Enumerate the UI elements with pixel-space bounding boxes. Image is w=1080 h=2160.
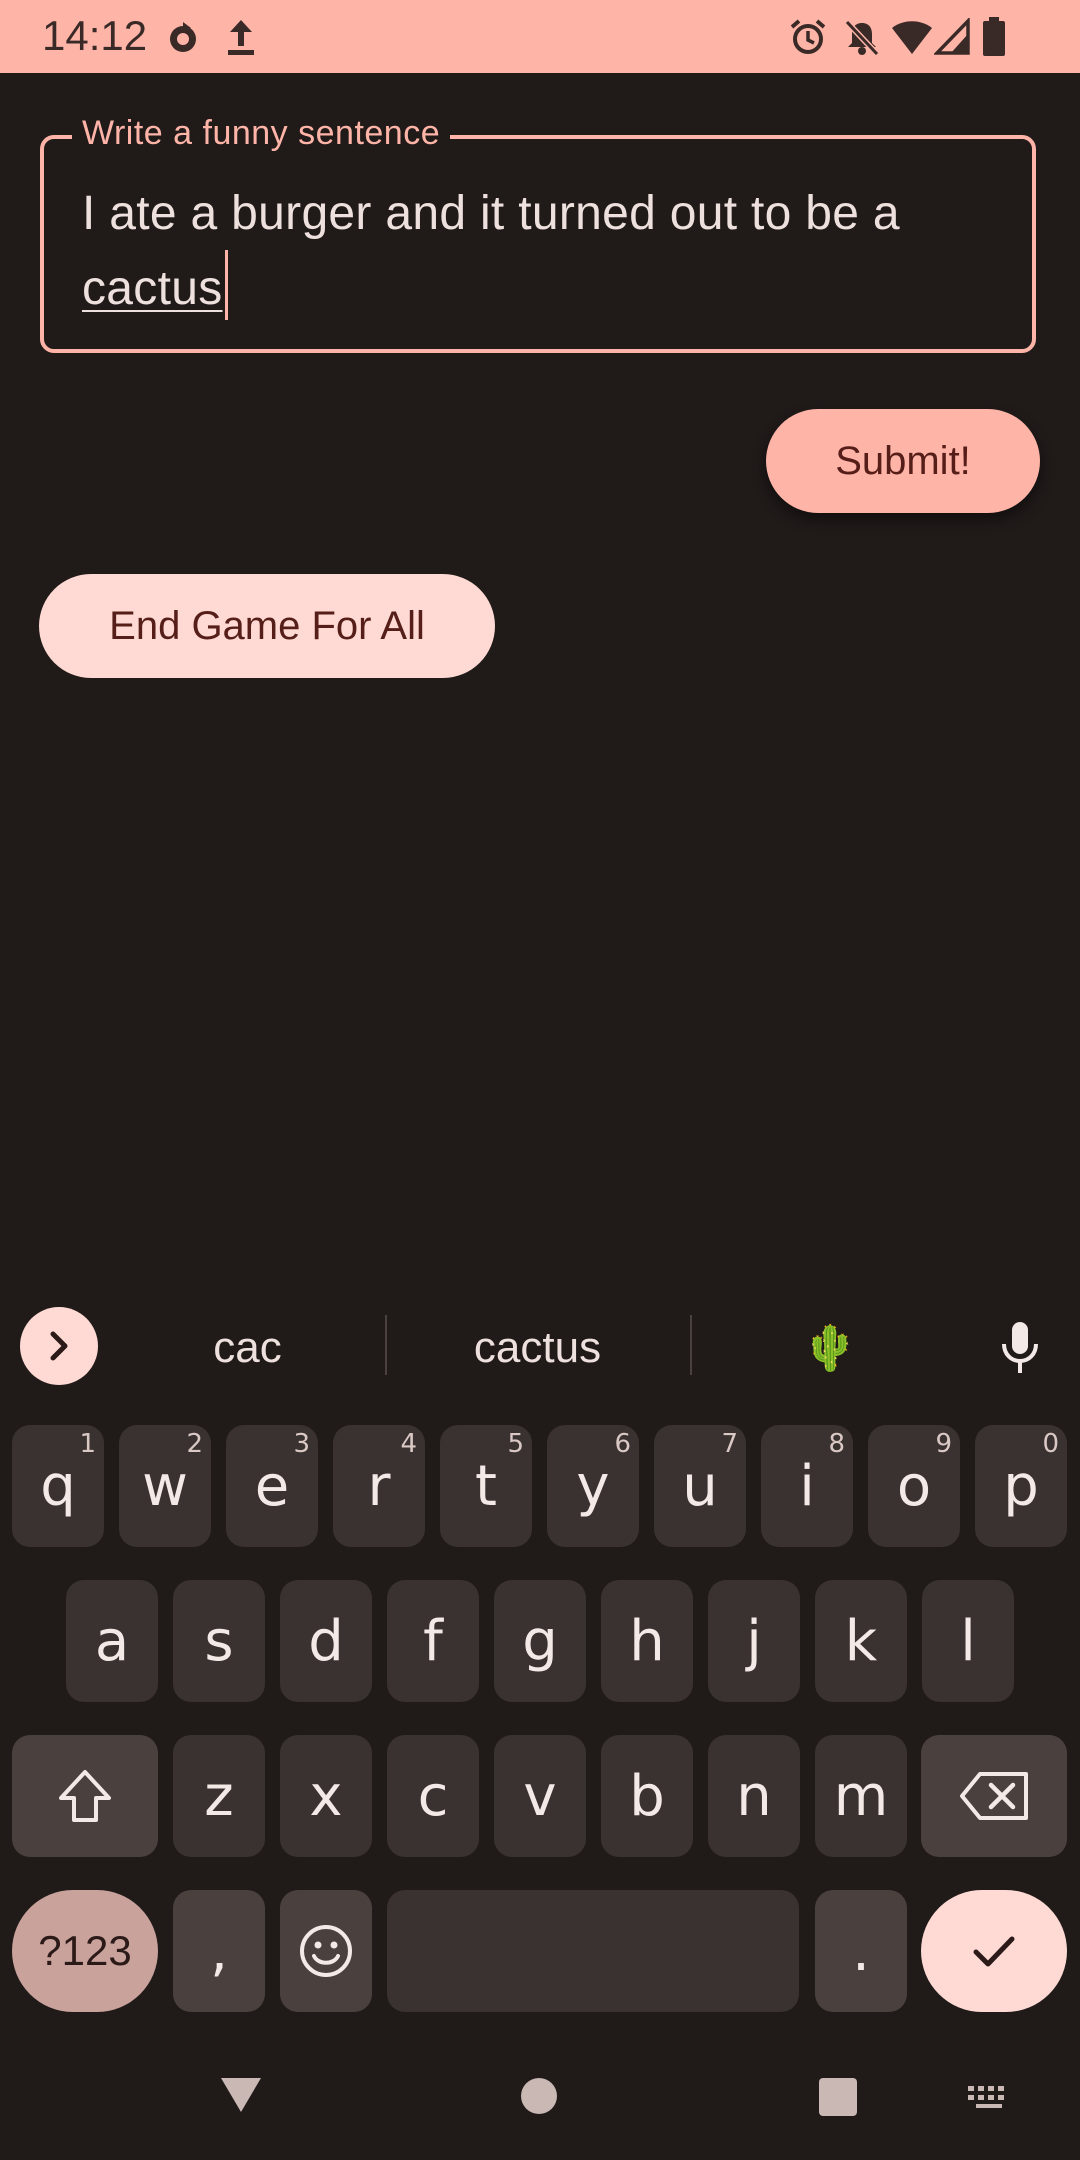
text-caret bbox=[224, 250, 228, 320]
key-label: o bbox=[896, 1453, 932, 1519]
key-hint: 4 bbox=[400, 1429, 417, 1459]
comma-key[interactable]: , bbox=[173, 1890, 265, 2012]
key-w[interactable]: w2 bbox=[119, 1425, 211, 1547]
key-k[interactable]: k bbox=[815, 1580, 907, 1702]
key-j[interactable]: j bbox=[708, 1580, 800, 1702]
key-label: r bbox=[367, 1453, 391, 1519]
wifi-icon bbox=[892, 21, 932, 54]
microphone-icon bbox=[1002, 1322, 1038, 1373]
key-hint: 5 bbox=[507, 1429, 524, 1459]
sentence-input-label: Write a funny sentence bbox=[72, 114, 451, 153]
key-label: u bbox=[682, 1453, 718, 1519]
key-label: i bbox=[799, 1453, 815, 1519]
back-icon[interactable] bbox=[217, 2074, 265, 2116]
sync-icon bbox=[170, 22, 196, 52]
period-key[interactable]: . bbox=[815, 1890, 907, 2012]
emoji-icon bbox=[300, 1925, 352, 1977]
key-d[interactable]: d bbox=[280, 1580, 372, 1702]
key-label: p bbox=[1003, 1453, 1039, 1519]
suggestion-divider bbox=[385, 1315, 387, 1375]
key-hint: 6 bbox=[614, 1429, 631, 1459]
shift-key[interactable] bbox=[12, 1735, 158, 1857]
home-icon[interactable] bbox=[519, 2076, 559, 2116]
chevron-right-icon bbox=[50, 1331, 68, 1361]
enter-key[interactable] bbox=[921, 1890, 1067, 2012]
key-p[interactable]: p0 bbox=[975, 1425, 1067, 1547]
space-key[interactable] bbox=[387, 1890, 799, 2012]
key-hint: 2 bbox=[186, 1429, 203, 1459]
sentence-input-value[interactable]: I ate a burger and it turned out to be a… bbox=[82, 178, 982, 325]
key-q[interactable]: q1 bbox=[12, 1425, 104, 1547]
navigation-bar bbox=[0, 2020, 1080, 2160]
end-game-button[interactable]: End Game For All bbox=[39, 574, 495, 678]
backspace-key[interactable] bbox=[921, 1735, 1067, 1857]
recents-icon[interactable] bbox=[817, 2076, 859, 2118]
key-hint: 9 bbox=[935, 1429, 952, 1459]
key-n[interactable]: n bbox=[708, 1735, 800, 1857]
keyboard-switcher-icon[interactable] bbox=[966, 2084, 1012, 2114]
key-hint: 3 bbox=[293, 1429, 310, 1459]
key-t[interactable]: t5 bbox=[440, 1425, 532, 1547]
key-s[interactable]: s bbox=[173, 1580, 265, 1702]
upload-icon bbox=[228, 20, 254, 55]
checkmark-icon bbox=[973, 1936, 1015, 1967]
composing-text: cactus bbox=[82, 262, 223, 315]
notifications-off-icon bbox=[844, 19, 880, 57]
suggestion-3[interactable]: 🌵 bbox=[760, 1318, 900, 1378]
key-label: q bbox=[40, 1453, 76, 1519]
key-hint: 7 bbox=[721, 1429, 738, 1459]
key-label: t bbox=[475, 1453, 497, 1519]
key-v[interactable]: v bbox=[494, 1735, 586, 1857]
key-h[interactable]: h bbox=[601, 1580, 693, 1702]
key-o[interactable]: o9 bbox=[868, 1425, 960, 1547]
cactus-emoji: 🌵 bbox=[802, 1323, 858, 1374]
key-l[interactable]: l bbox=[922, 1580, 1014, 1702]
key-label: w bbox=[142, 1453, 188, 1519]
suggestion-1[interactable]: cac bbox=[130, 1318, 365, 1378]
battery-icon bbox=[983, 17, 1005, 56]
screen: 14:12 Write a funny sentence I ate a bur… bbox=[0, 0, 1080, 2160]
key-x[interactable]: x bbox=[280, 1735, 372, 1857]
status-time: 14:12 bbox=[42, 12, 148, 59]
suggestion-2[interactable]: cactus bbox=[400, 1318, 675, 1378]
submit-button[interactable]: Submit! bbox=[766, 409, 1040, 513]
key-g[interactable]: g bbox=[494, 1580, 586, 1702]
committed-text: I ate a burger and it turned out to be a bbox=[82, 187, 900, 240]
voice-input-button[interactable] bbox=[990, 1318, 1050, 1378]
key-m[interactable]: m bbox=[815, 1735, 907, 1857]
alarm-icon bbox=[790, 19, 826, 54]
key-f[interactable]: f bbox=[387, 1580, 479, 1702]
key-y[interactable]: y6 bbox=[547, 1425, 639, 1547]
key-a[interactable]: a bbox=[66, 1580, 158, 1702]
key-r[interactable]: r4 bbox=[333, 1425, 425, 1547]
key-c[interactable]: c bbox=[387, 1735, 479, 1857]
suggestion-divider bbox=[690, 1315, 692, 1375]
status-bar: 14:12 bbox=[0, 0, 1080, 73]
key-i[interactable]: i8 bbox=[761, 1425, 853, 1547]
key-b[interactable]: b bbox=[601, 1735, 693, 1857]
key-e[interactable]: e3 bbox=[226, 1425, 318, 1547]
signal-icon bbox=[934, 18, 970, 55]
key-hint: 8 bbox=[828, 1429, 845, 1459]
emoji-key[interactable] bbox=[280, 1890, 372, 2012]
expand-toolbar-button[interactable] bbox=[20, 1307, 98, 1385]
key-label: y bbox=[576, 1453, 610, 1519]
key-u[interactable]: u7 bbox=[654, 1425, 746, 1547]
key-hint: 1 bbox=[79, 1429, 96, 1459]
key-z[interactable]: z bbox=[173, 1735, 265, 1857]
key-hint: 0 bbox=[1042, 1429, 1059, 1459]
backspace-icon bbox=[960, 1772, 1028, 1820]
symbols-key[interactable]: ?123 bbox=[12, 1890, 158, 2012]
shift-icon bbox=[59, 1770, 111, 1822]
key-label: e bbox=[254, 1453, 290, 1519]
